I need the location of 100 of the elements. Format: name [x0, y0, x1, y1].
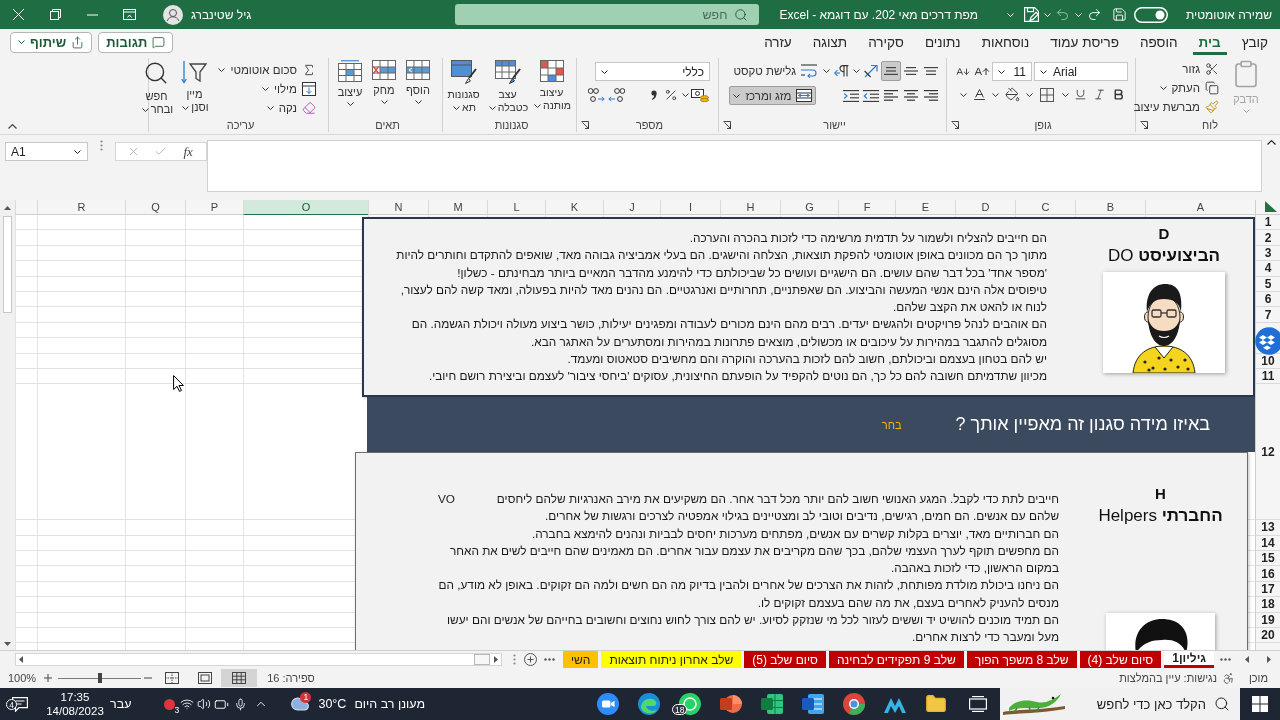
video-call-icon[interactable]	[596, 693, 619, 715]
column-header[interactable]: D	[955, 200, 1015, 215]
row-header[interactable]: 4	[1256, 261, 1280, 277]
column-header[interactable]: Q	[125, 200, 185, 215]
merge-center-button[interactable]: מזג ומרכז	[729, 86, 817, 105]
column-header[interactable]: N	[368, 200, 428, 215]
clock-time[interactable]: 17:35	[60, 690, 90, 704]
dialog-launcher-icon[interactable]	[1140, 120, 1148, 129]
indent-increase-icon[interactable]	[843, 89, 859, 102]
italic-icon[interactable]	[1093, 88, 1106, 101]
ribbon-tab[interactable]: נתונים	[918, 31, 967, 55]
task-view-icon[interactable]	[969, 696, 987, 712]
sheet-tab[interactable]: השי	[562, 651, 599, 668]
caret-icon[interactable]	[991, 92, 999, 97]
column-header[interactable]: L	[487, 200, 545, 215]
ribbon-tab[interactable]: קובץ	[1235, 31, 1274, 55]
column-header[interactable]: C	[1015, 200, 1075, 215]
column-header[interactable]: I	[660, 200, 720, 215]
wrap-text-button[interactable]: גלישת טקסט	[729, 61, 821, 81]
borders-icon[interactable]	[1040, 87, 1054, 102]
row-header[interactable]: 5	[1256, 276, 1280, 292]
row-header[interactable]: 17	[1256, 581, 1280, 598]
row-header[interactable]: 6	[1256, 291, 1280, 308]
column-header[interactable]: M	[428, 200, 487, 215]
minimize-icon[interactable]	[87, 13, 98, 16]
column-header[interactable]: J	[603, 200, 660, 215]
ribbon-tab[interactable]: פריסת עמוד	[1044, 31, 1125, 55]
sheet-tab[interactable]: שלב 8 משפך הפוך	[966, 651, 1077, 668]
font-size-field[interactable]: 11	[992, 62, 1032, 81]
fill-bucket-icon[interactable]	[1004, 87, 1020, 102]
language-indicator[interactable]: עבר	[110, 697, 132, 711]
caret-icon[interactable]	[1061, 92, 1069, 97]
row-header[interactable]: 15	[1256, 551, 1280, 567]
vertical-scrollbar[interactable]	[0, 215, 15, 650]
spreadsheet-app-icon[interactable]	[760, 694, 783, 714]
sheet-tab[interactable]: גיליון1	[1164, 651, 1214, 668]
cell-styles-button[interactable]: סגנונות תא	[442, 60, 485, 114]
zoom-in-icon[interactable]	[44, 674, 53, 682]
format-as-table-button[interactable]: עצב כטבלה	[485, 60, 530, 114]
number-format-field[interactable]: כללי	[595, 62, 710, 81]
add-sheet-icon[interactable]	[524, 653, 538, 666]
cut-button[interactable]: גזור	[1129, 59, 1223, 78]
ribbon-tab[interactable]: נוסחאות	[975, 31, 1036, 55]
floating-app-icon[interactable]	[1255, 327, 1280, 355]
tray-app-icon[interactable]	[163, 698, 175, 710]
scroll-up-icon[interactable]	[4, 205, 11, 210]
round-app-icon[interactable]	[842, 693, 865, 715]
find-select-button[interactable]: חפש ובחר	[138, 60, 175, 116]
expand-icon[interactable]	[1266, 140, 1276, 145]
insert-cells-button[interactable]: הוסף	[401, 60, 435, 104]
autosum-button[interactable]: סכום אוטומטי	[214, 60, 320, 79]
scrollbar-thumb[interactable]	[3, 216, 12, 313]
row-header[interactable]: 11	[1256, 368, 1280, 385]
row-header[interactable]: 3	[1256, 245, 1280, 262]
caret-icon[interactable]	[822, 69, 830, 73]
sheet-tab[interactable]: שלב 9 תפקידים לבחינה	[828, 651, 964, 668]
name-box[interactable]: A1	[5, 142, 88, 161]
copy-button[interactable]: העתק	[1129, 78, 1223, 97]
scroll-down-icon[interactable]	[4, 642, 11, 646]
normal-view-button[interactable]	[221, 669, 258, 687]
ribbon-tab[interactable]: עזרה	[758, 31, 798, 55]
clear-button[interactable]: נקה	[214, 98, 320, 117]
sheet-tab[interactable]: שלב אחרון ניתוח תוצאות	[601, 651, 742, 668]
conditional-formatting-button[interactable]: עיצוב מותנה	[530, 60, 573, 112]
percent-icon[interactable]	[664, 88, 678, 102]
decimal-increase-icon[interactable]	[607, 88, 625, 102]
comments-button[interactable]: תגובות	[98, 31, 174, 53]
column-header[interactable]: O	[243, 200, 368, 215]
sheet-tab[interactable]: סיום שלב (4)	[1079, 651, 1162, 668]
wifi-icon[interactable]	[180, 697, 195, 711]
row-header[interactable]: 1	[1256, 215, 1280, 231]
column-header[interactable]: P	[185, 200, 243, 215]
underline-icon[interactable]	[1074, 88, 1087, 101]
arrow-right-icon[interactable]	[1267, 656, 1271, 663]
redo-icon[interactable]	[1086, 7, 1102, 22]
folder-icon[interactable]	[924, 693, 947, 715]
presentation-app-icon[interactable]	[719, 694, 742, 714]
accessibility-status[interactable]: נגישות: עיין בהמלצות	[1119, 672, 1217, 684]
caret-icon[interactable]	[852, 69, 860, 73]
undo-icon[interactable]	[1054, 7, 1070, 22]
ribbon-tab[interactable]: סקירה	[862, 31, 910, 55]
ribbon-tab[interactable]: תצוגה	[806, 31, 854, 55]
row-header[interactable]: 13	[1256, 520, 1280, 536]
font-color-icon[interactable]	[971, 87, 987, 102]
comma-icon[interactable]	[651, 90, 657, 100]
microphone-icon[interactable]	[233, 697, 247, 711]
start-icon[interactable]	[1252, 696, 1268, 712]
share-button[interactable]: שיתוף	[10, 31, 93, 53]
row-header[interactable]: 19	[1256, 612, 1280, 629]
weather-temperature[interactable]: 30°C	[318, 697, 347, 711]
column-header[interactable]: B	[1075, 200, 1145, 215]
dialog-launcher-icon[interactable]	[723, 120, 731, 129]
diagonal-arrow-icon[interactable]	[863, 64, 879, 78]
scroll-left-icon[interactable]	[19, 656, 23, 663]
speaker-icon[interactable]	[197, 697, 212, 711]
notification-icon[interactable]	[12, 696, 28, 712]
weather-condition[interactable]: מעונן רב היום	[354, 697, 426, 711]
column-header[interactable]: F	[838, 200, 895, 215]
caret-icon[interactable]	[681, 93, 689, 97]
sort-filter-button[interactable]: מיין וסנן	[176, 60, 213, 114]
